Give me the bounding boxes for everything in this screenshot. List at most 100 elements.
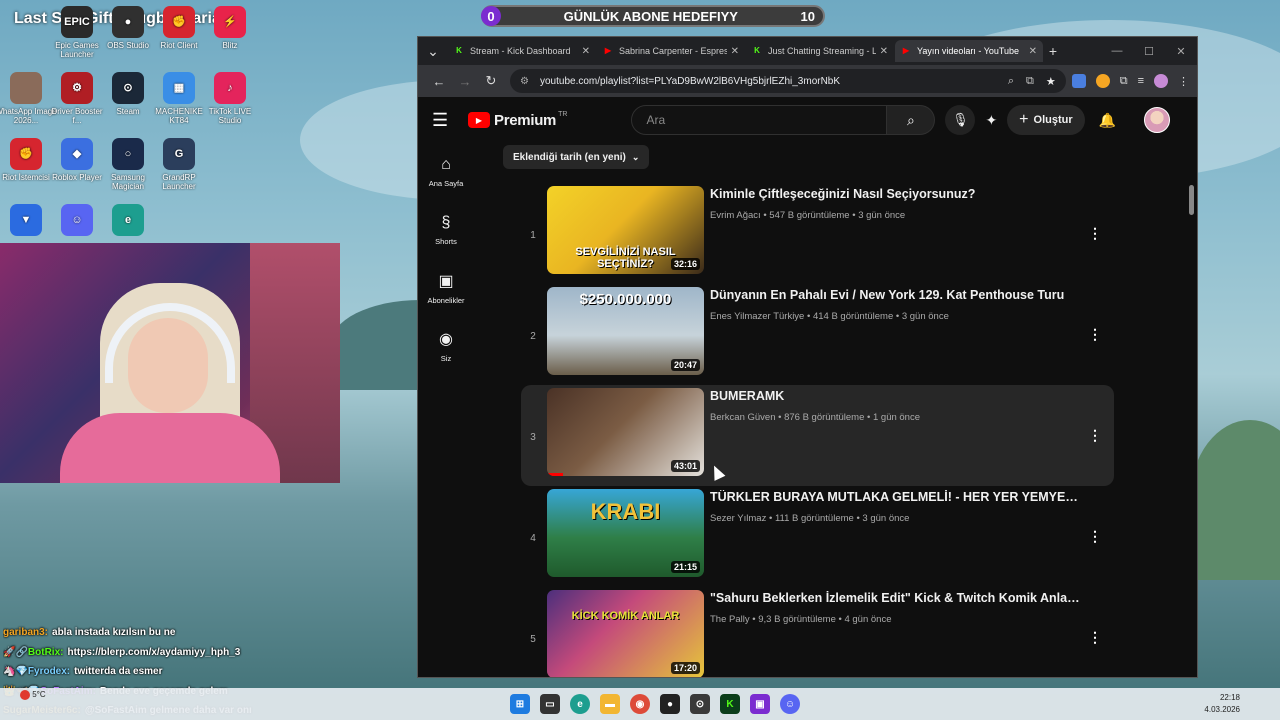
edge-icon[interactable]: e bbox=[570, 694, 590, 714]
video-thumbnail[interactable]: $250.000.000 20:47 bbox=[547, 287, 704, 375]
discord-icon[interactable]: ☺ bbox=[780, 694, 800, 714]
upload-age: 3 gün önce bbox=[862, 513, 910, 524]
voice-search-button[interactable]: 🎙 bbox=[945, 105, 976, 135]
guide-item[interactable]: ◉ Siz bbox=[418, 317, 474, 375]
desktop-shortcut[interactable]: e bbox=[97, 204, 159, 239]
video-title[interactable]: Dünyanın En Pahalı Evi / New York 129. K… bbox=[710, 288, 1082, 302]
video-title[interactable]: "Sahuru Beklerken İzlemelik Edit" Kick &… bbox=[710, 591, 1082, 605]
guide-item[interactable]: § Shorts bbox=[418, 201, 474, 259]
close-tab-icon[interactable]: ✕ bbox=[582, 46, 590, 57]
account-avatar[interactable] bbox=[1144, 107, 1171, 133]
desktop-shortcut[interactable]: ♪ TikTok LIVE Studio bbox=[199, 72, 261, 125]
new-tab-button[interactable]: + bbox=[1044, 43, 1062, 59]
menu-icon[interactable]: ☰ bbox=[432, 110, 456, 131]
ask-icon[interactable]: ✦ bbox=[985, 112, 997, 129]
obs-icon[interactable]: ● bbox=[660, 694, 680, 714]
browser-tab[interactable]: ▶ Sabrina Carpenter - Espresso ✕ bbox=[597, 40, 745, 62]
url-field[interactable]: ⚙ youtube.com/playlist?list=PLYaD9BwW2lB… bbox=[510, 69, 1066, 93]
more-actions-icon[interactable]: ⋮ bbox=[1088, 326, 1102, 343]
back-button[interactable]: ← bbox=[426, 74, 452, 89]
search-input[interactable]: Ara bbox=[631, 105, 888, 135]
channel-name[interactable]: The Pally bbox=[710, 614, 750, 625]
browser-menu-icon[interactable]: ⋮ bbox=[1178, 75, 1189, 88]
playlist-video-row[interactable]: 1 SEVGİLİNİZİ NASIL SEÇTİNİZ? 32:16 Kiminle… bbox=[521, 183, 1114, 284]
close-tab-icon[interactable]: ✕ bbox=[731, 46, 739, 57]
tab-list-chevron-icon[interactable]: ⌄ bbox=[424, 43, 442, 60]
more-actions-icon[interactable]: ⋮ bbox=[1088, 629, 1102, 646]
epic-games-icon: EPIC bbox=[61, 6, 93, 38]
video-thumbnail[interactable]: 43:01 bbox=[547, 388, 704, 476]
site-info-icon[interactable]: ⚙ bbox=[520, 76, 532, 87]
start-icon[interactable]: ⊞ bbox=[510, 694, 530, 714]
video-thumbnail[interactable]: SEVGİLİNİZİ NASIL SEÇTİNİZ? 32:16 bbox=[547, 186, 704, 274]
kick-icon[interactable]: K bbox=[720, 694, 740, 714]
extension-icon[interactable] bbox=[1095, 74, 1110, 88]
close-tab-icon[interactable]: ✕ bbox=[1029, 46, 1037, 57]
close-tab-icon[interactable]: ✕ bbox=[880, 46, 888, 57]
guide-item[interactable]: ⌂ Ana Sayfa bbox=[418, 143, 474, 201]
mic-icon: 🎙 bbox=[952, 112, 969, 127]
goal-label: GÜNLÜK ABONE HEDEFIYY bbox=[563, 8, 738, 24]
video-title[interactable]: Kiminle Çiftleşeceğinizi Nasıl Seçiyorsu… bbox=[710, 187, 1082, 201]
more-actions-icon[interactable]: ⋮ bbox=[1088, 427, 1102, 444]
video-index: 4 bbox=[530, 532, 536, 544]
twitch-icon[interactable]: ▣ bbox=[750, 694, 770, 714]
channel-name[interactable]: Evrim Ağacı bbox=[710, 210, 761, 221]
video-thumbnail[interactable]: KRABI 21:15 bbox=[547, 489, 704, 577]
clock[interactable]: 22:18 4.03.2026 bbox=[1204, 692, 1240, 716]
cast-icon[interactable]: ⧉ bbox=[1026, 75, 1034, 88]
playlist-video-row[interactable]: 2 $250.000.000 20:47 Dünyanın En Pahalı Evi… bbox=[521, 284, 1114, 385]
maximize-button[interactable]: ☐ bbox=[1133, 45, 1165, 58]
channel-name[interactable]: Sezer Yılmaz bbox=[710, 513, 766, 524]
browser-tab[interactable]: K Just Chatting Streaming - Li ✕ bbox=[746, 40, 894, 62]
tab-title: Sabrina Carpenter - Espresso bbox=[619, 46, 727, 56]
translate-extension-icon[interactable] bbox=[1071, 74, 1086, 88]
steam-icon[interactable]: ⊙ bbox=[690, 694, 710, 714]
video-index: 5 bbox=[530, 633, 536, 645]
you-icon: ◉ bbox=[439, 331, 453, 348]
samsung-magician-icon: ○ bbox=[112, 138, 144, 170]
more-actions-icon[interactable]: ⋮ bbox=[1088, 528, 1102, 545]
playlist-video-row[interactable]: 5 KİCK KOMİK ANLAR 17:20 "Sahuru Beklerken … bbox=[521, 587, 1114, 677]
close-button[interactable]: ✕ bbox=[1165, 45, 1197, 58]
desktop-shortcut[interactable]: ⚡ Blitz bbox=[199, 6, 261, 50]
weather-widget[interactable]: 5°C bbox=[20, 690, 46, 700]
separator: • bbox=[849, 210, 859, 221]
blitz-icon: ⚡ bbox=[214, 6, 246, 38]
create-button[interactable]: + Oluştur bbox=[1007, 105, 1085, 135]
forward-button[interactable]: → bbox=[452, 74, 478, 89]
zoom-icon[interactable]: ⌕ bbox=[1008, 75, 1014, 88]
task-view-icon[interactable]: ▭ bbox=[540, 694, 560, 714]
page-scrollbar[interactable] bbox=[1189, 161, 1195, 677]
channel-name[interactable]: Enes Yilmazer Türkiye bbox=[710, 311, 804, 322]
browser-tab[interactable]: ▶ Yayın videoları - YouTube ✕ bbox=[895, 40, 1043, 62]
video-title[interactable]: TÜRKLER BURAYA MUTLAKA GELMELİ! - HER YE… bbox=[710, 490, 1082, 504]
file-explorer-icon[interactable]: ▬ bbox=[600, 694, 620, 714]
more-actions-icon[interactable]: ⋮ bbox=[1088, 225, 1102, 242]
desktop-shortcut[interactable]: G GrandRP Launcher bbox=[148, 138, 210, 191]
extensions-puzzle-icon[interactable]: ⧉ bbox=[1120, 75, 1128, 88]
video-title[interactable]: BUMERAMK bbox=[710, 389, 1082, 403]
media-controls-icon[interactable]: ≡ bbox=[1138, 75, 1144, 87]
notifications-bell-icon[interactable]: 🔔 bbox=[1099, 112, 1116, 129]
chat-username: 🦄💎Fyrodex: bbox=[3, 666, 71, 677]
bookmark-star-icon[interactable]: ★ bbox=[1046, 75, 1056, 88]
youtube-logo[interactable]: ▶ Premium TR bbox=[468, 111, 567, 129]
tab-title: Stream - Kick Dashboard bbox=[470, 46, 571, 56]
thumbnail-caption: KRABI bbox=[590, 499, 661, 524]
channel-name[interactable]: Berkcan Güven bbox=[710, 412, 775, 423]
playlist-video-row[interactable]: 4 KRABI 21:15 TÜRKLER BURAYA MUTLAKA GELMEL… bbox=[521, 486, 1114, 587]
create-label: Oluştur bbox=[1033, 114, 1073, 126]
chrome-icon[interactable]: ◉ bbox=[630, 694, 650, 714]
extensions-area: ⧉ ≡ ⋮ bbox=[1071, 74, 1189, 88]
video-details: The Pally • 9,3 B görüntüleme • 4 gün ön… bbox=[710, 614, 1114, 625]
guide-item[interactable]: ▣ Abonelikler bbox=[418, 259, 474, 317]
playlist-video-row[interactable]: 3 43:01 BUMERAMK Berkcan Güven • 876 B görü… bbox=[521, 385, 1114, 486]
browser-tab[interactable]: K Stream - Kick Dashboard ✕ bbox=[448, 40, 596, 62]
video-thumbnail[interactable]: KİCK KOMİK ANLAR 17:20 bbox=[547, 590, 704, 677]
sort-dropdown[interactable]: Eklendiği tarih (en yeni) ⌄ bbox=[503, 145, 650, 169]
reload-button[interactable]: ↻ bbox=[478, 73, 504, 89]
profile-avatar[interactable] bbox=[1154, 74, 1168, 88]
minimize-button[interactable]: — bbox=[1101, 45, 1133, 58]
search-button[interactable]: ⌕ bbox=[887, 105, 936, 135]
